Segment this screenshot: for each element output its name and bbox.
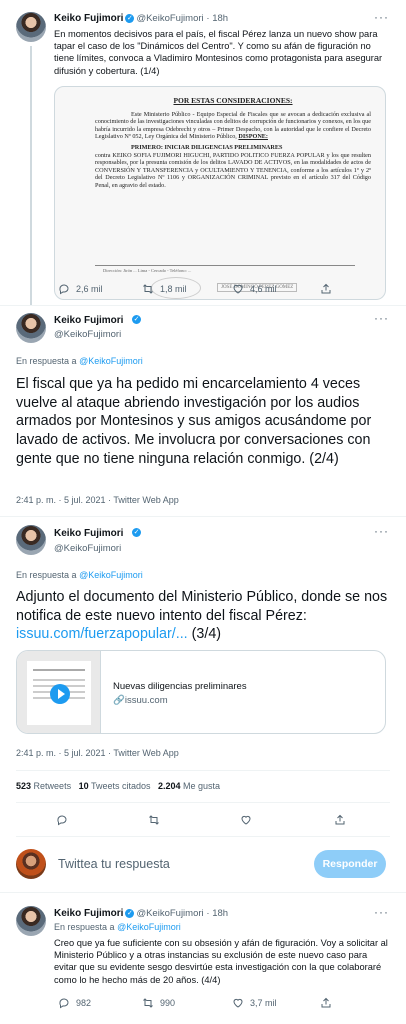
share-action[interactable] [320,283,332,295]
card-title: Nuevas diligencias preliminares [113,681,247,692]
reply-count: 982 [76,998,92,1008]
retweet-icon [143,284,153,294]
avatar[interactable] [16,313,46,343]
thread-line [30,46,32,306]
reply-input[interactable]: Twittea tu respuesta [58,857,170,871]
tweet-text: Creo que ya fue suficiente con su obsesi… [54,938,388,985]
reply-action[interactable] [56,814,68,826]
share-action[interactable] [320,997,332,1009]
divider [0,305,406,306]
engagement-stats: 523 Retweets 10 Tweets citados 2.204 Me … [16,781,220,791]
more-icon[interactable]: ··· [374,905,389,919]
like-icon [241,815,251,825]
more-icon[interactable]: ··· [374,524,389,538]
like-icon [233,284,243,294]
reply-to-link[interactable]: @KeikoFujimori [79,356,143,366]
composer-avatar [16,849,46,879]
like-count: 3,7 mil [250,998,277,1008]
reply-to-link[interactable]: @KeikoFujimori [117,922,181,932]
card-domain: 🔗issuu.com [113,695,168,706]
like-action[interactable] [240,814,252,826]
author-name[interactable]: Keiko Fujimori [54,13,123,24]
avatar[interactable] [16,12,46,42]
avatar[interactable] [16,906,46,936]
retweet-icon [143,998,153,1008]
reply-action[interactable]: 982 [58,997,91,1009]
tweet-text: Adjunto el documento del Ministerio Públ… [16,589,388,643]
divider [16,802,390,803]
retweet-action[interactable] [148,814,160,826]
verified-icon: ✓ [132,315,141,324]
author-name[interactable]: Keiko Fujimori [54,528,123,539]
author-handle[interactable]: @KeikoFujimori [54,329,121,340]
quotes-stat[interactable]: 10 Tweets citados [79,781,151,791]
tweet-meta[interactable]: 2:41 p. m. · 5 jul. 2021 · Twitter Web A… [16,748,179,758]
reply-action[interactable]: 2,6 mil [58,283,103,295]
doc-heading: POR ESTAS CONSIDERACIONES: [173,96,293,105]
tweet-time[interactable]: · 18h [206,13,228,24]
verified-icon: ✓ [132,528,141,537]
reply-context: En respuesta a @KeikoFujimori [54,922,181,932]
document-image[interactable]: POR ESTAS CONSIDERACIONES: Este Minister… [54,86,386,300]
divider [16,836,390,837]
doc-paragraph: contra KEIKO SOFIA FUJIMORI HIGUCHI, PAR… [95,151,371,189]
author-handle[interactable]: @KeikoFujimori [136,13,203,24]
tweet-meta[interactable]: 2:41 p. m. · 5 jul. 2021 · Twitter Web A… [16,495,179,505]
tweet-time[interactable]: · 18h [206,908,228,919]
tweet-text: El fiscal que ya ha pedido mi encarcelam… [16,376,372,467]
tweet-text: En momentos decisivos para el país, el f… [54,29,383,76]
share-icon [335,814,345,825]
divider [16,770,390,771]
doc-footer: Dirección: Jirón ... Lima - Cercado - Te… [103,268,192,273]
like-count: 4,6 mil [250,284,277,294]
doc-primero: PRIMERO: INICIAR DILIGENCIAS PRELIMINARE… [131,143,283,151]
reply-to-link[interactable]: @KeikoFujimori [79,570,143,580]
reply-context: En respuesta a @KeikoFujimori [16,356,143,366]
retweet-icon [149,815,159,825]
share-action[interactable] [334,814,346,826]
doc-footer-rule [95,265,355,266]
author-name[interactable]: Keiko Fujimori [54,908,123,919]
avatar[interactable] [16,525,46,555]
author-handle[interactable]: @KeikoFujimori [54,543,121,554]
link-card[interactable]: Nuevas diligencias preliminares 🔗issuu.c… [16,650,386,734]
reply-icon [57,815,67,826]
doc-paragraph: Este Ministerio Público - Equipo Especia… [95,110,371,141]
like-icon [233,998,243,1008]
more-icon[interactable]: ··· [374,10,389,24]
tweet-header: Keiko Fujimori ✓ @KeikoFujimori · 18h [54,908,228,919]
like-action[interactable]: 3,7 mil [232,997,277,1009]
author-handle[interactable]: @KeikoFujimori [136,908,203,919]
reply-context: En respuesta a @KeikoFujimori [16,570,143,580]
retweet-action[interactable]: 1,8 mil [142,283,187,295]
share-icon [321,283,331,294]
card-thumbnail [17,651,101,733]
reply-button[interactable]: Responder [314,850,386,878]
reply-icon [59,284,69,295]
retweet-count: 1,8 mil [160,284,187,294]
link-icon: 🔗 [113,695,125,706]
more-icon[interactable]: ··· [374,311,389,325]
reply-icon [59,998,69,1009]
divider [0,516,406,517]
tweet-header: Keiko Fujimori ✓ @KeikoFujimori · 18h [54,13,228,24]
retweets-stat[interactable]: 523 Retweets [16,781,71,791]
reply-count: 2,6 mil [76,284,103,294]
share-icon [321,997,331,1008]
like-action[interactable]: 4,6 mil [232,283,277,295]
likes-stat[interactable]: 2.204 Me gusta [158,781,220,791]
retweet-action[interactable]: 990 [142,997,175,1009]
verified-icon: ✓ [125,908,135,918]
divider [0,892,406,893]
verified-icon: ✓ [125,13,135,23]
author-name[interactable]: Keiko Fujimori [54,315,123,326]
issuu-link[interactable]: issuu.com/fuerzapopular/... [16,626,188,642]
play-icon[interactable] [50,684,70,704]
retweet-count: 990 [160,998,176,1008]
